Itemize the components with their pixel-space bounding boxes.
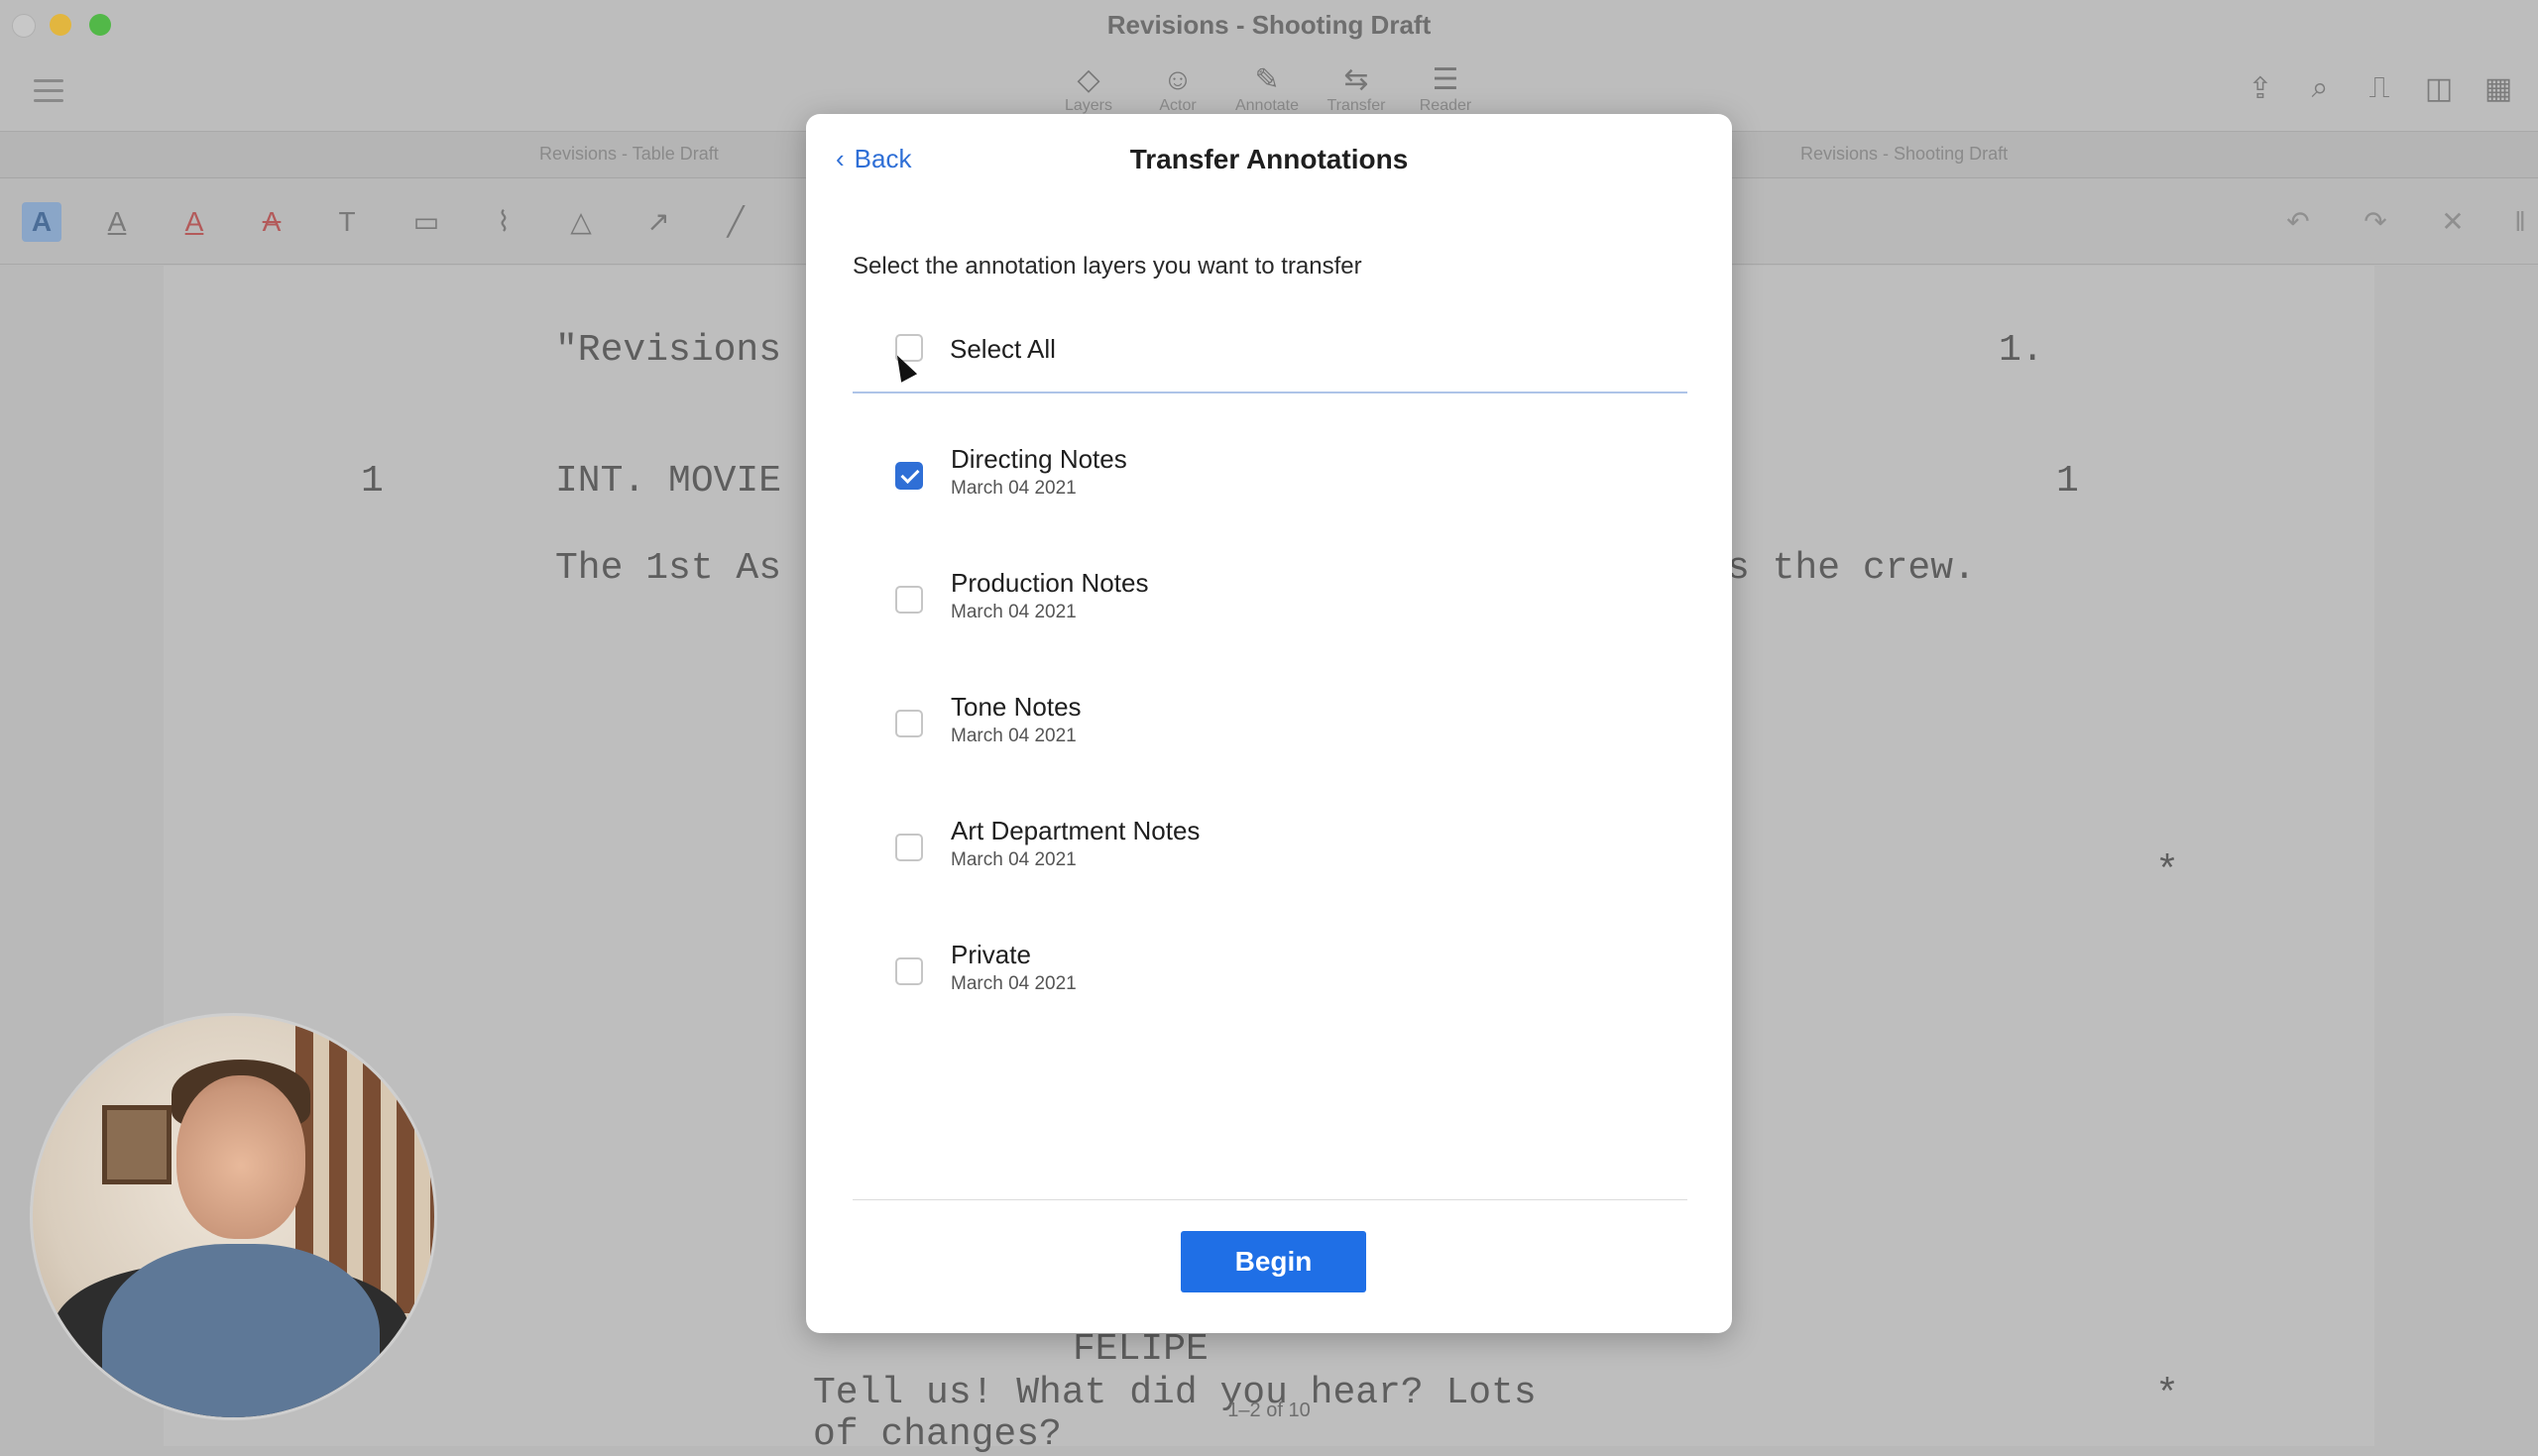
tab-table-draft[interactable]: Revisions - Table Draft <box>539 144 719 165</box>
instruction-text: Select the annotation layers you want to… <box>853 253 1362 280</box>
close-icon[interactable]: ✕ <box>2433 202 2473 242</box>
layer-item-production-notes[interactable]: Production Notes March 04 2021 <box>853 560 1687 669</box>
comment-icon[interactable]: ▭ <box>406 202 446 242</box>
redo-icon[interactable]: ↷ <box>2356 202 2395 242</box>
webcam-person <box>102 1244 380 1417</box>
mode-toolbar: ◇ Layers ☺ Actor ✎ Annotate ⇆ Transfer ☰… <box>1051 63 1483 115</box>
revision-asterisk: * <box>2155 850 2180 895</box>
freehand-icon[interactable]: ⌇ <box>484 202 523 242</box>
underline-icon[interactable]: A <box>97 202 137 242</box>
layer-checkbox[interactable] <box>895 462 923 490</box>
webcam-video <box>30 1013 437 1420</box>
scene-heading: INT. MOVIE <box>555 460 782 503</box>
dialog-title: Transfer Annotations <box>1129 144 1409 174</box>
reader-mode-button[interactable]: ☰ Reader <box>1408 63 1483 115</box>
undo-icon[interactable]: ↶ <box>2278 202 2318 242</box>
action-line-left: The 1st As <box>555 547 782 590</box>
layers-mode-label: Layers <box>1064 97 1113 114</box>
menu-icon[interactable] <box>34 79 63 109</box>
character-name: FELIPE <box>1073 1328 1209 1371</box>
dialogue-line: Tell us! What did you hear? Lots <box>813 1372 1537 1414</box>
revision-asterisk: * <box>2155 1374 2180 1418</box>
transfer-mode-button[interactable]: ⇆ Transfer <box>1319 63 1394 115</box>
layer-checkbox[interactable] <box>895 586 923 614</box>
action-line-right: s the crew. <box>1727 547 1976 590</box>
title-bar: Revisions - Shooting Draft ◇ Layers ☺ Ac… <box>0 0 2538 132</box>
layer-checkbox[interactable] <box>895 957 923 985</box>
strikethrough-icon[interactable]: A <box>252 202 291 242</box>
layer-item-tone-notes[interactable]: Tone Notes March 04 2021 <box>853 684 1687 793</box>
layer-date: March 04 2021 <box>951 478 1077 499</box>
tab-shooting-draft[interactable]: Revisions - Shooting Draft <box>1800 144 2008 165</box>
dialog-divider <box>853 1199 1687 1200</box>
scene-number-left: 1 <box>361 460 384 503</box>
begin-button[interactable]: Begin <box>1181 1231 1366 1292</box>
layer-name: Production Notes <box>951 568 1149 598</box>
select-all-row[interactable]: Select All <box>853 312 1687 393</box>
underline-color-icon[interactable]: A <box>174 202 214 242</box>
layer-checkbox[interactable] <box>895 834 923 861</box>
actor-mode-button[interactable]: ☺ Actor <box>1140 63 1215 115</box>
layer-date: March 04 2021 <box>951 973 1077 994</box>
layer-item-art-department-notes[interactable]: Art Department Notes March 04 2021 <box>853 808 1687 917</box>
right-toolbar: ⇪ ⌕ ⎍ ◫ ▦ <box>2245 71 2514 106</box>
dialogue-line: of changes? <box>813 1413 1062 1456</box>
layers-mode-button[interactable]: ◇ Layers <box>1051 63 1126 115</box>
shape-icon[interactable]: △ <box>561 202 601 242</box>
annotate-mode-button[interactable]: ✎ Annotate <box>1229 63 1305 115</box>
transfer-mode-label: Transfer <box>1327 97 1386 114</box>
script-title: "Revisions <box>555 329 782 372</box>
grid-view-icon[interactable]: ▦ <box>2482 71 2514 106</box>
transfer-icon: ⇆ <box>1343 63 1369 96</box>
layer-item-private[interactable]: Private March 04 2021 <box>853 932 1687 1041</box>
layer-name: Private <box>951 940 1031 969</box>
search-icon[interactable]: ⌕ <box>2304 71 2336 106</box>
layer-name: Tone Notes <box>951 692 1082 722</box>
bookmark-icon[interactable]: ⎍ <box>2364 71 2395 106</box>
layer-name: Directing Notes <box>951 444 1127 474</box>
layer-name: Art Department Notes <box>951 816 1201 845</box>
layer-date: March 04 2021 <box>951 849 1077 870</box>
share-icon[interactable]: ⇪ <box>2245 71 2276 106</box>
layer-checkbox[interactable] <box>895 710 923 737</box>
layer-date: March 04 2021 <box>951 602 1077 622</box>
page-number: 1. <box>1999 329 2044 372</box>
line-icon[interactable]: ╱ <box>716 202 755 242</box>
scene-number-right: 1 <box>2056 460 2079 503</box>
pencil-icon: ✎ <box>1254 63 1280 96</box>
reader-icon: ☰ <box>1432 63 1459 96</box>
transfer-annotations-dialog: ‹ Back Transfer Annotations Select the a… <box>806 114 1732 1333</box>
layer-date: March 04 2021 <box>951 726 1077 746</box>
window-title: Revisions - Shooting Draft <box>1106 10 1432 40</box>
page-indicator: 1–2 of 10 <box>1227 1400 1311 1421</box>
layer-item-directing-notes[interactable]: Directing Notes March 04 2021 <box>853 436 1687 545</box>
actor-mode-label: Actor <box>1159 97 1197 114</box>
webcam-person <box>176 1075 305 1239</box>
arrow-icon[interactable]: ↗ <box>638 202 678 242</box>
highlight-text-icon[interactable]: A <box>22 202 61 242</box>
select-all-label: Select All <box>950 334 1056 364</box>
split-view-icon[interactable]: ◫ <box>2423 71 2455 106</box>
reader-mode-label: Reader <box>1419 97 1472 114</box>
sidebar-toggle-icon[interactable]: ‖ <box>2500 202 2538 242</box>
layers-icon: ◇ <box>1077 63 1100 96</box>
text-tool-icon[interactable]: T <box>327 202 367 242</box>
webcam-background <box>102 1105 172 1184</box>
annotate-mode-label: Annotate <box>1234 97 1300 114</box>
actor-mask-icon: ☺ <box>1162 63 1194 96</box>
